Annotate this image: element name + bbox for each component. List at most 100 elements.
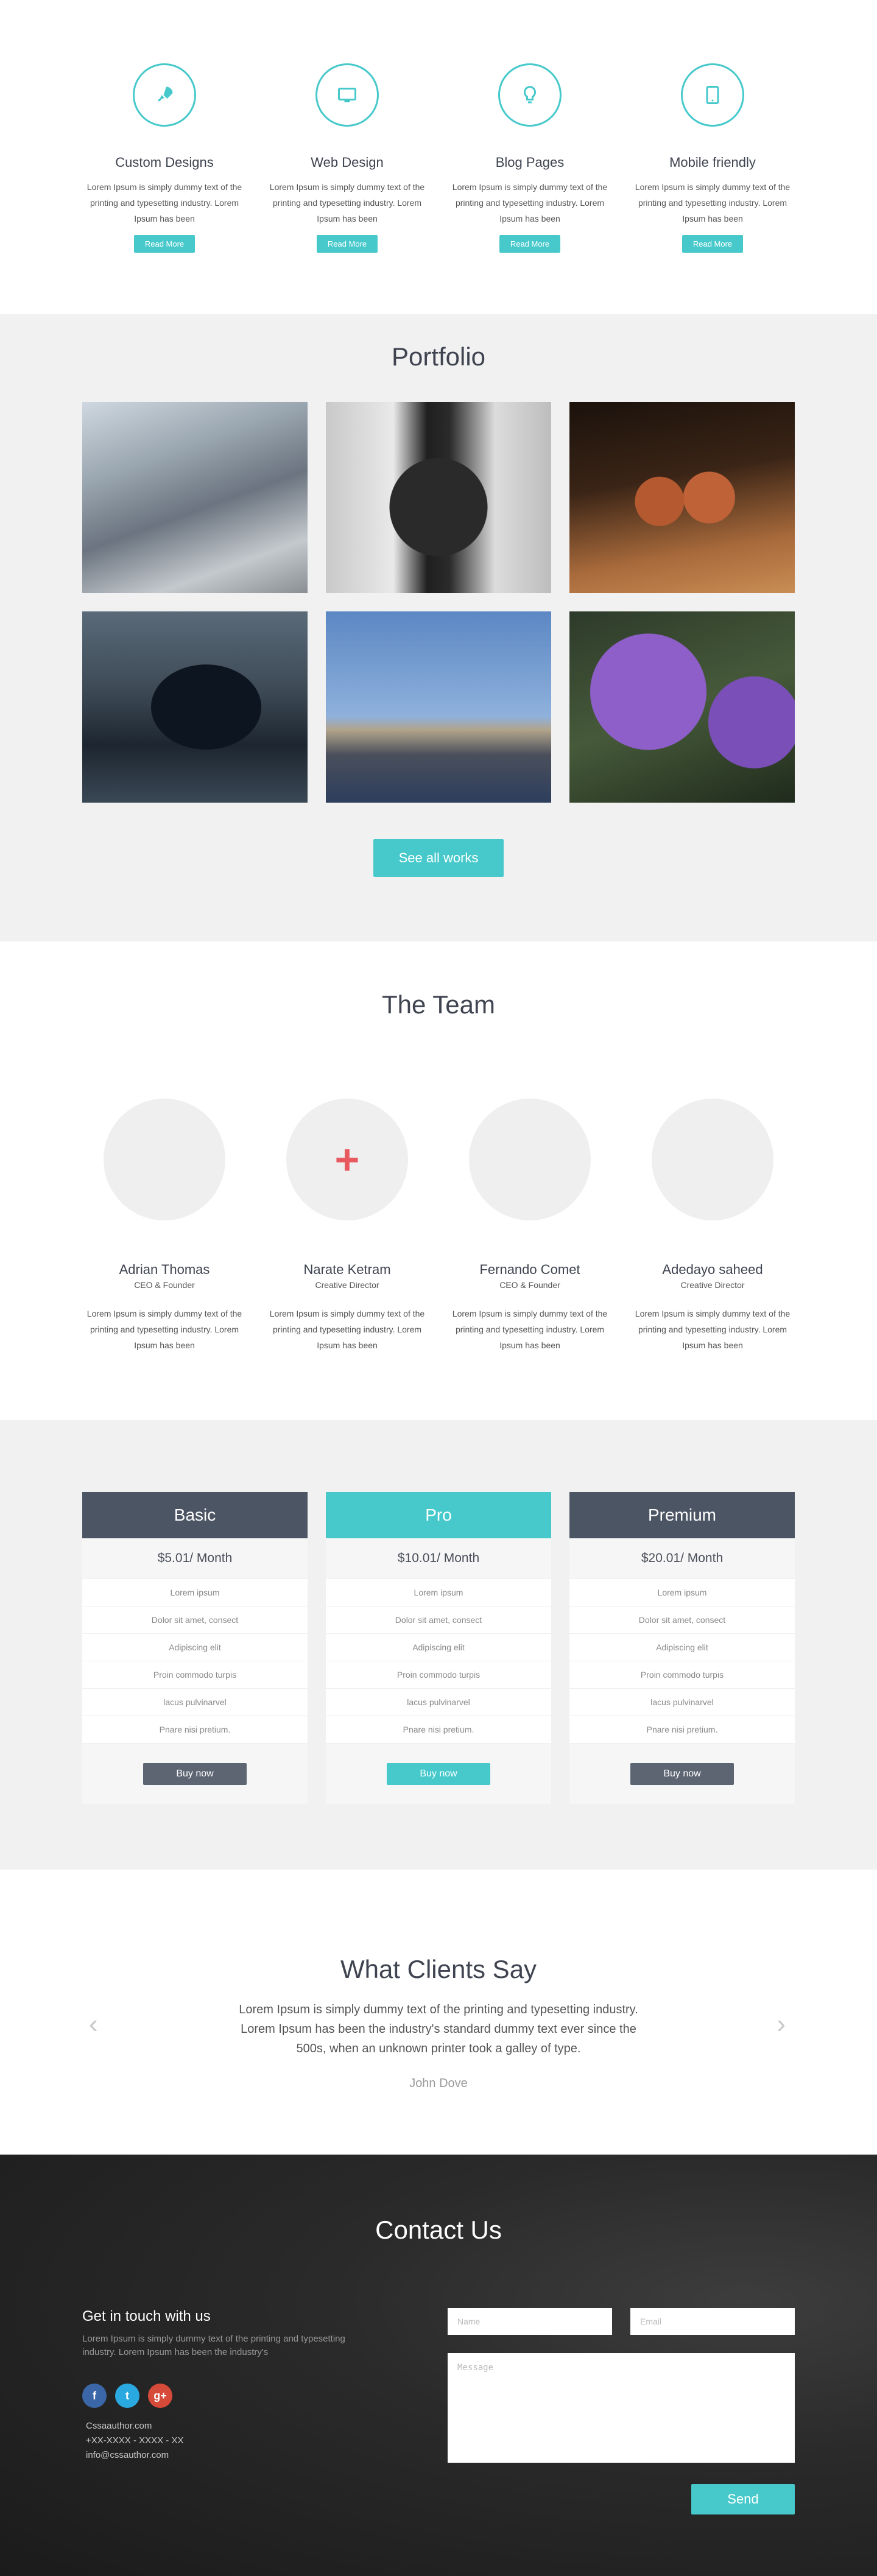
send-button[interactable]: Send xyxy=(691,2484,795,2514)
avatar xyxy=(469,1099,591,1220)
plan-price: $10.01/ Month xyxy=(326,1538,551,1578)
service-title: Blog Pages xyxy=(495,155,565,170)
plan-feature: Dolor sit amet, consect xyxy=(82,1606,308,1633)
member-role: Creative Director xyxy=(680,1280,745,1290)
plan-feature: Pnare nisi pretium. xyxy=(569,1716,795,1743)
contact-form: Send xyxy=(448,2308,795,2514)
plan-feature: lacus pulvinarvel xyxy=(326,1688,551,1716)
avatar xyxy=(104,1099,225,1220)
team-member: Fernando Comet CEO & Founder Lorem Ipsum… xyxy=(438,1099,621,1353)
read-more-button[interactable]: Read More xyxy=(316,235,378,253)
member-name: Adrian Thomas xyxy=(119,1262,210,1277)
member-bio: Lorem Ipsum is simply dummy text of the … xyxy=(86,1309,242,1350)
service-custom-designs: Custom Designs Lorem Ipsum is simply dum… xyxy=(73,63,256,314)
member-bio: Lorem Ipsum is simply dummy text of the … xyxy=(269,1309,425,1350)
read-more-button[interactable]: Read More xyxy=(133,235,195,253)
contact-heading: Get in touch with us xyxy=(82,2308,211,2324)
facebook-icon[interactable]: f xyxy=(82,2384,107,2408)
testimonial-quote: Lorem Ipsum is simply dummy text of the … xyxy=(239,2003,638,2055)
chevron-left-icon[interactable]: ‹ xyxy=(89,2011,98,2038)
member-name: Narate Ketram xyxy=(303,1262,391,1277)
buy-now-button[interactable]: Buy now xyxy=(143,1762,247,1785)
plan-price: $5.01/ Month xyxy=(82,1538,308,1578)
testimonials-section: ‹ What Clients Say Lorem Ipsum is simply… xyxy=(0,1870,877,2155)
plan-footer: Buy now xyxy=(569,1743,795,1804)
services-section: Custom Designs Lorem Ipsum is simply dum… xyxy=(0,0,877,314)
buy-now-button[interactable]: Buy now xyxy=(630,1762,734,1785)
service-mobile-friendly: Mobile friendly Lorem Ipsum is simply du… xyxy=(621,63,804,314)
team-title: The Team xyxy=(382,990,495,1019)
read-more-button[interactable]: Read More xyxy=(499,235,561,253)
service-text: Lorem Ipsum is simply dummy text of the … xyxy=(86,182,242,223)
contact-section: Contact Us Get in touch with us Lorem Ip… xyxy=(0,2155,877,2576)
member-name: Adedayo saheed xyxy=(662,1262,763,1277)
service-title: Web Design xyxy=(311,155,384,170)
member-bio: Lorem Ipsum is simply dummy text of the … xyxy=(452,1309,608,1350)
plan-feature: lacus pulvinarvel xyxy=(569,1688,795,1716)
plan-pro: Pro $10.01/ Month Lorem ipsum Dolor sit … xyxy=(326,1492,551,1804)
plan-premium: Premium $20.01/ Month Lorem ipsum Dolor … xyxy=(569,1492,795,1804)
portfolio-grid xyxy=(82,402,795,803)
tablet-icon xyxy=(681,63,744,127)
plan-feature: Proin commodo turpis xyxy=(82,1661,308,1688)
testimonials-title: What Clients Say xyxy=(340,1955,537,1983)
service-text: Lorem Ipsum is simply dummy text of the … xyxy=(635,182,791,223)
portfolio-section: Portfolio See all works xyxy=(0,314,877,941)
plan-feature: Lorem ipsum xyxy=(326,1578,551,1606)
service-text: Lorem Ipsum is simply dummy text of the … xyxy=(269,182,425,223)
contact-details: Cssaauthor.com +XX-XXXX - XXXX - XX info… xyxy=(82,2419,368,2463)
contact-text: Lorem Ipsum is simply dummy text of the … xyxy=(82,2334,345,2357)
member-role: CEO & Founder xyxy=(134,1280,195,1290)
service-title: Mobile friendly xyxy=(669,155,756,170)
service-web-design: Web Design Lorem Ipsum is simply dummy t… xyxy=(256,63,438,314)
portfolio-image-purple-flowers[interactable] xyxy=(569,611,795,803)
lightbulb-icon xyxy=(498,63,562,127)
name-field[interactable] xyxy=(448,2308,612,2335)
plan-feature: Adipiscing elit xyxy=(569,1633,795,1661)
twitter-icon[interactable]: t xyxy=(115,2384,139,2408)
google-plus-icon[interactable]: g+ xyxy=(148,2384,172,2408)
read-more-button[interactable]: Read More xyxy=(682,235,744,253)
contact-website[interactable]: Cssaauthor.com xyxy=(86,2419,368,2433)
plan-feature: lacus pulvinarvel xyxy=(82,1688,308,1716)
email-field[interactable] xyxy=(630,2308,795,2335)
portfolio-image-camera[interactable] xyxy=(326,402,551,593)
team-members: Adrian Thomas CEO & Founder Lorem Ipsum … xyxy=(0,1099,877,1353)
plus-icon: + xyxy=(334,1136,360,1183)
plan-feature: Proin commodo turpis xyxy=(569,1661,795,1688)
contact-title: Contact Us xyxy=(375,2215,502,2244)
plan-feature: Adipiscing elit xyxy=(82,1633,308,1661)
plan-feature: Pnare nisi pretium. xyxy=(82,1716,308,1743)
contact-email[interactable]: info@cssauthor.com xyxy=(86,2448,368,2463)
avatar[interactable]: + xyxy=(286,1099,408,1220)
portfolio-image-mountains[interactable] xyxy=(82,402,308,593)
avatar xyxy=(652,1099,773,1220)
service-blog-pages: Blog Pages Lorem Ipsum is simply dummy t… xyxy=(438,63,621,314)
see-all-works-button[interactable]: See all works xyxy=(373,839,504,877)
plan-name: Premium xyxy=(569,1492,795,1538)
member-role: Creative Director xyxy=(315,1280,379,1290)
team-member: Adedayo saheed Creative Director Lorem I… xyxy=(621,1099,804,1353)
plan-price: $20.01/ Month xyxy=(569,1538,795,1578)
plan-feature: Dolor sit amet, consect xyxy=(326,1606,551,1633)
form-row xyxy=(448,2308,795,2335)
chevron-right-icon[interactable]: › xyxy=(777,2011,786,2038)
plan-name: Basic xyxy=(82,1492,308,1538)
portfolio-image-city-skyline[interactable] xyxy=(326,611,551,803)
buy-now-button[interactable]: Buy now xyxy=(387,1762,490,1785)
portfolio-image-gamepad[interactable] xyxy=(82,611,308,803)
plan-basic: Basic $5.01/ Month Lorem ipsum Dolor sit… xyxy=(82,1492,308,1804)
portfolio-image-nuts[interactable] xyxy=(569,402,795,593)
team-member: Adrian Thomas CEO & Founder Lorem Ipsum … xyxy=(73,1099,256,1353)
plan-feature: Dolor sit amet, consect xyxy=(569,1606,795,1633)
social-links: f t g+ xyxy=(82,2384,368,2408)
portfolio-title: Portfolio xyxy=(391,342,486,371)
testimonial-author: John Dove xyxy=(409,2077,468,2090)
team-section: The Team Adrian Thomas CEO & Founder Lor… xyxy=(0,941,877,1420)
contact-phone: +XX-XXXX - XXXX - XX xyxy=(86,2435,184,2446)
pricing-section: Basic $5.01/ Month Lorem ipsum Dolor sit… xyxy=(0,1420,877,1870)
plan-footer: Buy now xyxy=(326,1743,551,1804)
plan-feature: Lorem ipsum xyxy=(569,1578,795,1606)
message-field[interactable] xyxy=(448,2353,795,2463)
plan-feature: Lorem ipsum xyxy=(82,1578,308,1606)
